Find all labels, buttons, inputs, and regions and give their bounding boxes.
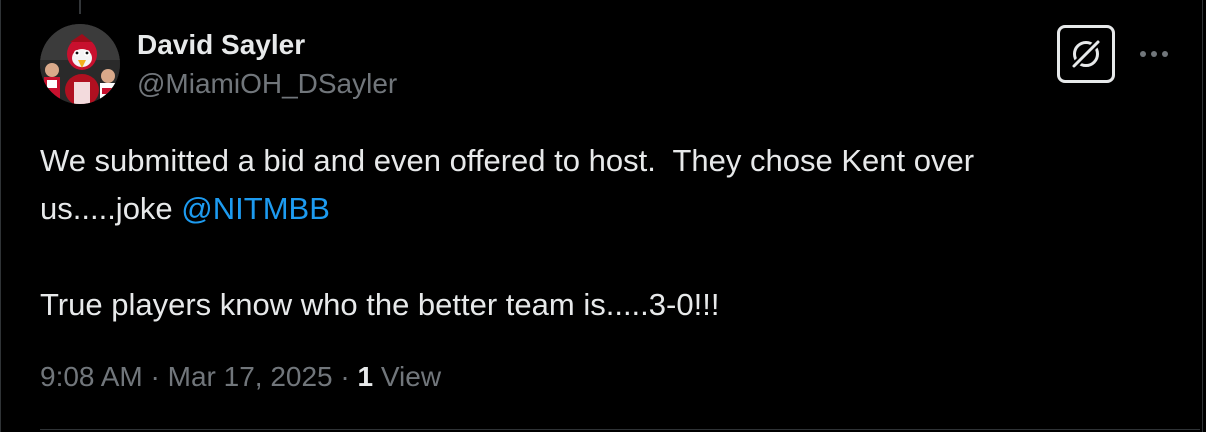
meta-separator: · bbox=[332, 361, 358, 392]
tweet-text-line4: True players know who the better team is… bbox=[40, 287, 720, 322]
grok-icon bbox=[1070, 38, 1102, 70]
views-label[interactable]: View bbox=[373, 361, 441, 392]
tweet-text-line2: us.....joke bbox=[40, 191, 182, 226]
meta-separator: · bbox=[142, 361, 168, 392]
tweet-time[interactable]: 9:08 AM bbox=[40, 361, 143, 392]
right-border bbox=[1202, 0, 1203, 432]
left-border bbox=[0, 0, 1, 432]
views-count[interactable]: 1 bbox=[358, 361, 374, 392]
mention-link[interactable]: @NITMBB bbox=[181, 191, 330, 226]
tweet-card: David Sayler @MiamiOH_DSayler We submitt… bbox=[0, 0, 1206, 432]
mascot-photo-avatar-icon bbox=[40, 24, 120, 104]
author-handle[interactable]: @MiamiOH_DSayler bbox=[137, 67, 397, 101]
divider bbox=[40, 429, 1200, 430]
more-options-icon bbox=[1140, 51, 1168, 57]
tweet-date[interactable]: Mar 17, 2025 bbox=[168, 361, 333, 392]
tweet-text-line1: We submitted a bid and even offered to h… bbox=[40, 143, 975, 178]
author-display-name[interactable]: David Sayler bbox=[137, 28, 305, 62]
tweet-meta: 9:08 AM · Mar 17, 2025 · 1 View bbox=[40, 360, 441, 394]
thread-connector-line bbox=[79, 0, 81, 14]
grok-button[interactable] bbox=[1057, 25, 1115, 83]
more-options-button[interactable] bbox=[1136, 36, 1172, 72]
tweet-text: We submitted a bid and even offered to h… bbox=[40, 137, 1160, 329]
avatar[interactable] bbox=[40, 24, 120, 104]
